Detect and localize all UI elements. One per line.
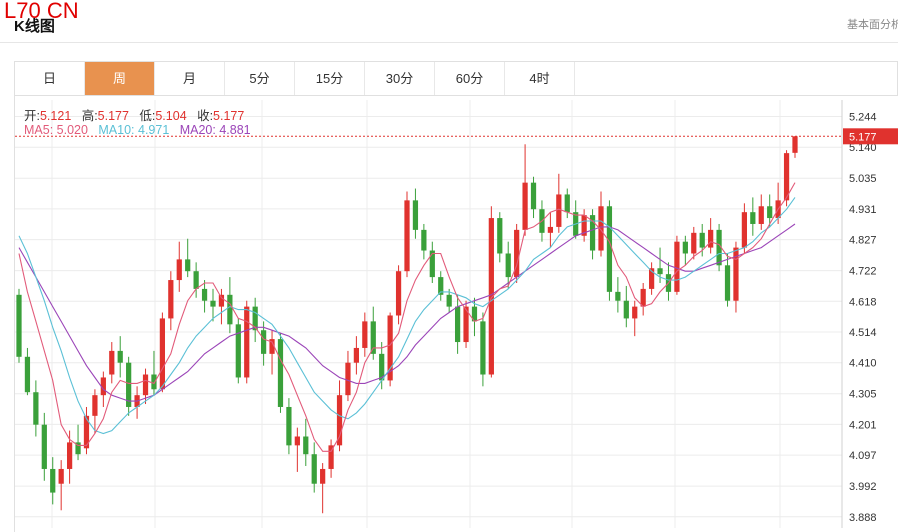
candle-body bbox=[691, 232, 697, 254]
y-tick-label: 5.035 bbox=[849, 173, 877, 185]
high-label: 高: bbox=[81, 109, 98, 123]
candle-body bbox=[362, 321, 368, 348]
y-tick-label: 3.992 bbox=[849, 481, 877, 493]
candle-body bbox=[24, 356, 31, 393]
candle-body bbox=[151, 374, 157, 390]
y-tick-label: 4.618 bbox=[849, 296, 877, 308]
candle-body bbox=[16, 294, 22, 357]
candle-body bbox=[185, 259, 191, 272]
candle-body bbox=[286, 406, 292, 446]
y-tick-label: 4.931 bbox=[849, 204, 877, 216]
candle-body bbox=[750, 212, 756, 224]
candle-body bbox=[497, 218, 503, 254]
ma20-value: 4.881 bbox=[219, 123, 251, 137]
candle-body bbox=[50, 468, 56, 493]
y-tick-label: 5.244 bbox=[849, 112, 877, 124]
ma10-value: 4.971 bbox=[138, 123, 170, 137]
candle-body bbox=[159, 318, 166, 390]
candle-body bbox=[404, 200, 410, 272]
last-price-label: 5.177 bbox=[849, 131, 877, 143]
y-tick-label: 4.827 bbox=[849, 235, 877, 247]
candle-body bbox=[345, 362, 351, 396]
candle-body bbox=[218, 294, 225, 307]
candle-body bbox=[168, 280, 174, 319]
candle-body bbox=[210, 300, 216, 307]
ma20-label: MA20: bbox=[179, 123, 216, 137]
candle-body bbox=[109, 350, 115, 375]
ma-readout: MA5: 5.020 MA10: 4.971 MA20: 4.881 bbox=[24, 123, 251, 137]
candle-body bbox=[564, 194, 570, 213]
candle-body bbox=[117, 350, 123, 363]
candle-body bbox=[530, 182, 537, 210]
candle-body bbox=[699, 232, 705, 248]
candle-body bbox=[421, 229, 427, 251]
candle-body bbox=[353, 347, 360, 363]
candle-body bbox=[33, 392, 39, 425]
candle-body bbox=[58, 468, 64, 484]
candle-body bbox=[193, 271, 199, 289]
candle-body bbox=[615, 291, 621, 301]
candle-body bbox=[657, 268, 663, 275]
candle-body bbox=[92, 395, 98, 416]
candle-body bbox=[412, 200, 419, 230]
candle-body bbox=[311, 454, 317, 484]
candle-body bbox=[522, 182, 528, 230]
open-value: 5.121 bbox=[39, 109, 72, 123]
candle-body bbox=[446, 294, 452, 307]
ma5-value: 5.020 bbox=[56, 123, 88, 137]
low-label: 低: bbox=[139, 109, 156, 123]
candle-body bbox=[792, 136, 798, 153]
candle-body bbox=[294, 436, 300, 446]
y-tick-label: 4.722 bbox=[849, 266, 877, 278]
candle-body bbox=[623, 300, 629, 319]
y-tick-label: 3.888 bbox=[849, 512, 877, 524]
candle-body bbox=[682, 241, 688, 254]
ma10-label: MA10: bbox=[98, 123, 135, 137]
candle-body bbox=[260, 330, 267, 354]
candle-body bbox=[632, 306, 638, 319]
candle-body bbox=[741, 212, 748, 248]
candle-body bbox=[454, 306, 461, 343]
candle-body bbox=[724, 265, 731, 301]
open-label: 开: bbox=[24, 109, 40, 123]
ohlc-readout: 开:5.121 高:5.177 低:5.104 收:5.177 bbox=[24, 105, 244, 124]
candle-body bbox=[201, 288, 208, 301]
candle-body bbox=[244, 306, 250, 378]
candle-body bbox=[480, 321, 486, 375]
candle-body bbox=[556, 194, 562, 227]
candle-body bbox=[66, 442, 73, 469]
candle-body bbox=[767, 206, 773, 219]
low-value: 5.104 bbox=[155, 109, 187, 123]
high-value: 5.177 bbox=[97, 109, 129, 123]
candle-body bbox=[227, 294, 233, 325]
candle-body bbox=[336, 395, 343, 446]
candle-body bbox=[547, 226, 554, 233]
candle-body bbox=[176, 259, 182, 281]
candle-body bbox=[277, 339, 284, 407]
candle-body bbox=[708, 229, 714, 248]
y-tick-label: 4.410 bbox=[849, 358, 877, 370]
ma5-label: MA5: bbox=[24, 123, 54, 137]
candle-body bbox=[429, 250, 435, 278]
candle-body bbox=[320, 468, 326, 484]
y-tick-label: 4.097 bbox=[849, 450, 877, 462]
candle-body bbox=[758, 206, 764, 224]
candlestick-chart[interactable]: 5.2445.1405.0354.9314.8274.7224.6184.514… bbox=[0, 0, 898, 532]
candle-body bbox=[395, 271, 402, 316]
close-label: 收: bbox=[197, 109, 214, 123]
close-value: 5.177 bbox=[213, 109, 245, 123]
candle-body bbox=[142, 374, 149, 396]
candle-body bbox=[606, 206, 613, 292]
candle-body bbox=[674, 241, 680, 292]
y-tick-label: 4.201 bbox=[849, 419, 877, 431]
candle-body bbox=[41, 424, 47, 469]
y-tick-label: 4.514 bbox=[849, 327, 877, 339]
candle-body bbox=[505, 253, 511, 278]
y-tick-label: 4.305 bbox=[849, 389, 877, 401]
candle-body bbox=[303, 436, 309, 455]
